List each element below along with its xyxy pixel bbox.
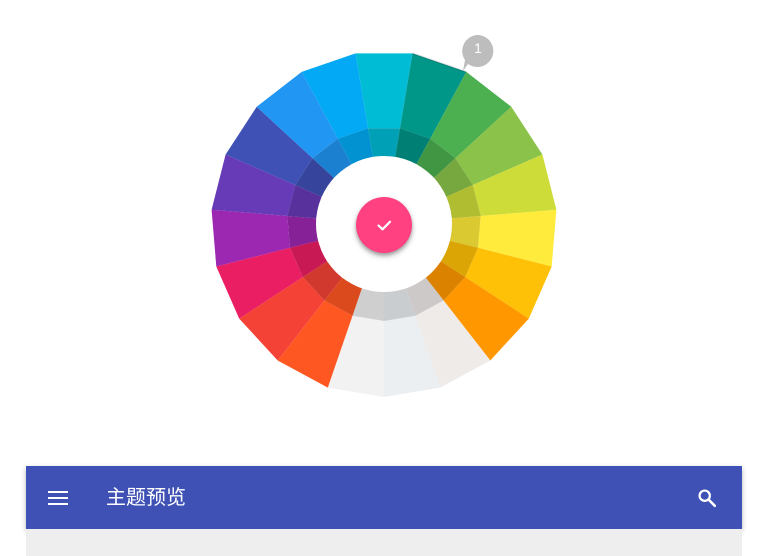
search-button[interactable]	[692, 483, 722, 513]
menu-icon	[48, 491, 68, 505]
search-icon	[698, 489, 717, 508]
wheel-segment-cyan-inner[interactable]	[368, 128, 400, 157]
color-wheel-picker: 1	[0, 0, 758, 430]
check-icon	[377, 220, 392, 231]
preview-content-area	[26, 529, 742, 556]
confirm-button[interactable]	[356, 197, 412, 253]
selected-marker[interactable]: 1	[460, 33, 496, 73]
theme-preview-toolbar: 主题预览	[26, 466, 742, 529]
toolbar-title: 主题预览	[106, 487, 186, 509]
selected-marker-label: 1	[474, 40, 482, 56]
menu-button[interactable]	[44, 484, 72, 512]
